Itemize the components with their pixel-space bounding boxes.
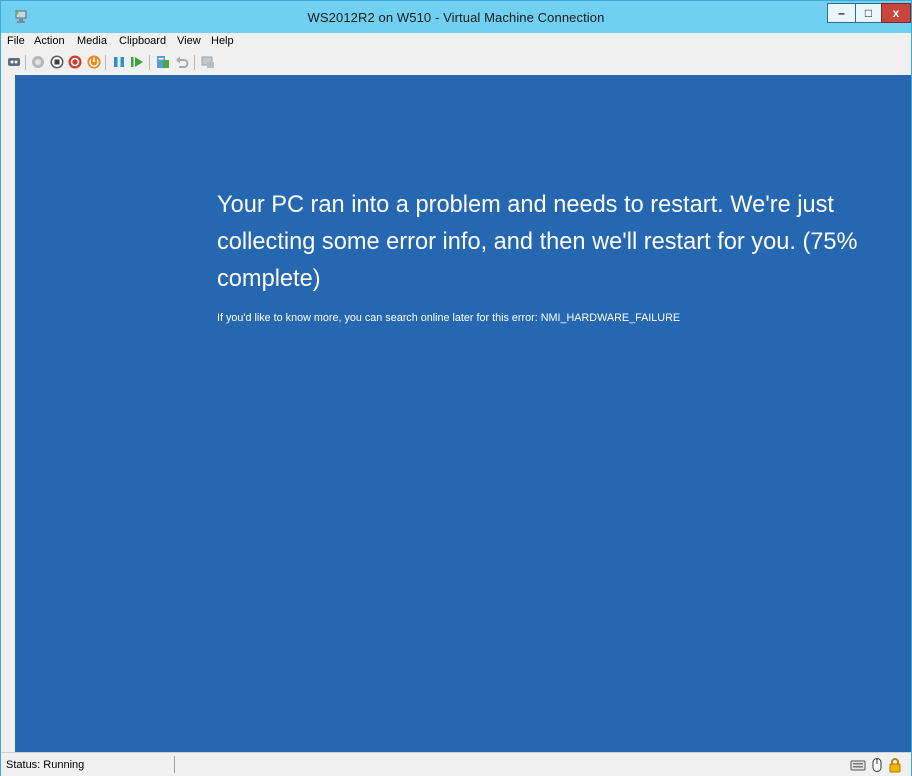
revert-icon[interactable] xyxy=(174,54,190,70)
turn-off-icon[interactable] xyxy=(49,54,65,70)
toolbar-separator xyxy=(149,55,150,70)
save-icon[interactable] xyxy=(86,54,102,70)
toolbar-separator xyxy=(194,55,195,70)
status-text: Status: Running xyxy=(6,759,85,771)
menu-media[interactable]: Media xyxy=(77,35,107,47)
lock-icon xyxy=(889,758,901,773)
shut-down-icon[interactable] xyxy=(67,54,83,70)
window-title: WS2012R2 on W510 - Virtual Machine Conne… xyxy=(307,10,605,25)
menu-bar: File Action Media Clipboard View Help xyxy=(1,33,911,51)
menu-action[interactable]: Action xyxy=(34,35,65,47)
menu-help[interactable]: Help xyxy=(211,35,234,47)
mouse-icon xyxy=(872,758,882,772)
close-button[interactable]: x xyxy=(881,3,911,23)
checkpoint-icon[interactable] xyxy=(155,54,171,70)
vm-connection-window: WS2012R2 on W510 - Virtual Machine Conne… xyxy=(0,0,912,776)
maximize-button[interactable]: □ xyxy=(855,3,882,23)
resume-icon[interactable] xyxy=(129,54,145,70)
toolbar xyxy=(1,51,911,76)
toolbar-separator xyxy=(105,55,106,70)
status-bar: Status: Running xyxy=(1,752,911,776)
menu-clipboard[interactable]: Clipboard xyxy=(119,35,166,47)
enhanced-session-icon[interactable] xyxy=(200,54,216,70)
bsod-message: Your PC ran into a problem and needs to … xyxy=(217,192,858,292)
minimize-icon: – xyxy=(838,6,845,20)
maximize-icon: □ xyxy=(864,6,873,20)
start-icon[interactable] xyxy=(30,54,46,70)
bsod-error-detail: If you'd like to know more, you can sear… xyxy=(217,312,681,324)
keyboard-icon xyxy=(850,760,866,771)
minimize-button[interactable]: – xyxy=(827,3,856,23)
menu-file[interactable]: File xyxy=(7,35,25,47)
screen-left-border xyxy=(1,75,15,752)
vm-display[interactable]: Your PC ran into a problem and needs to … xyxy=(15,75,911,752)
menu-view[interactable]: View xyxy=(177,35,201,47)
pause-icon[interactable] xyxy=(111,54,127,70)
title-bar[interactable]: WS2012R2 on W510 - Virtual Machine Conne… xyxy=(1,1,911,33)
ctrl-alt-del-icon[interactable] xyxy=(6,54,22,70)
close-icon: x xyxy=(892,6,900,20)
status-separator xyxy=(174,756,175,773)
toolbar-separator xyxy=(25,55,26,70)
